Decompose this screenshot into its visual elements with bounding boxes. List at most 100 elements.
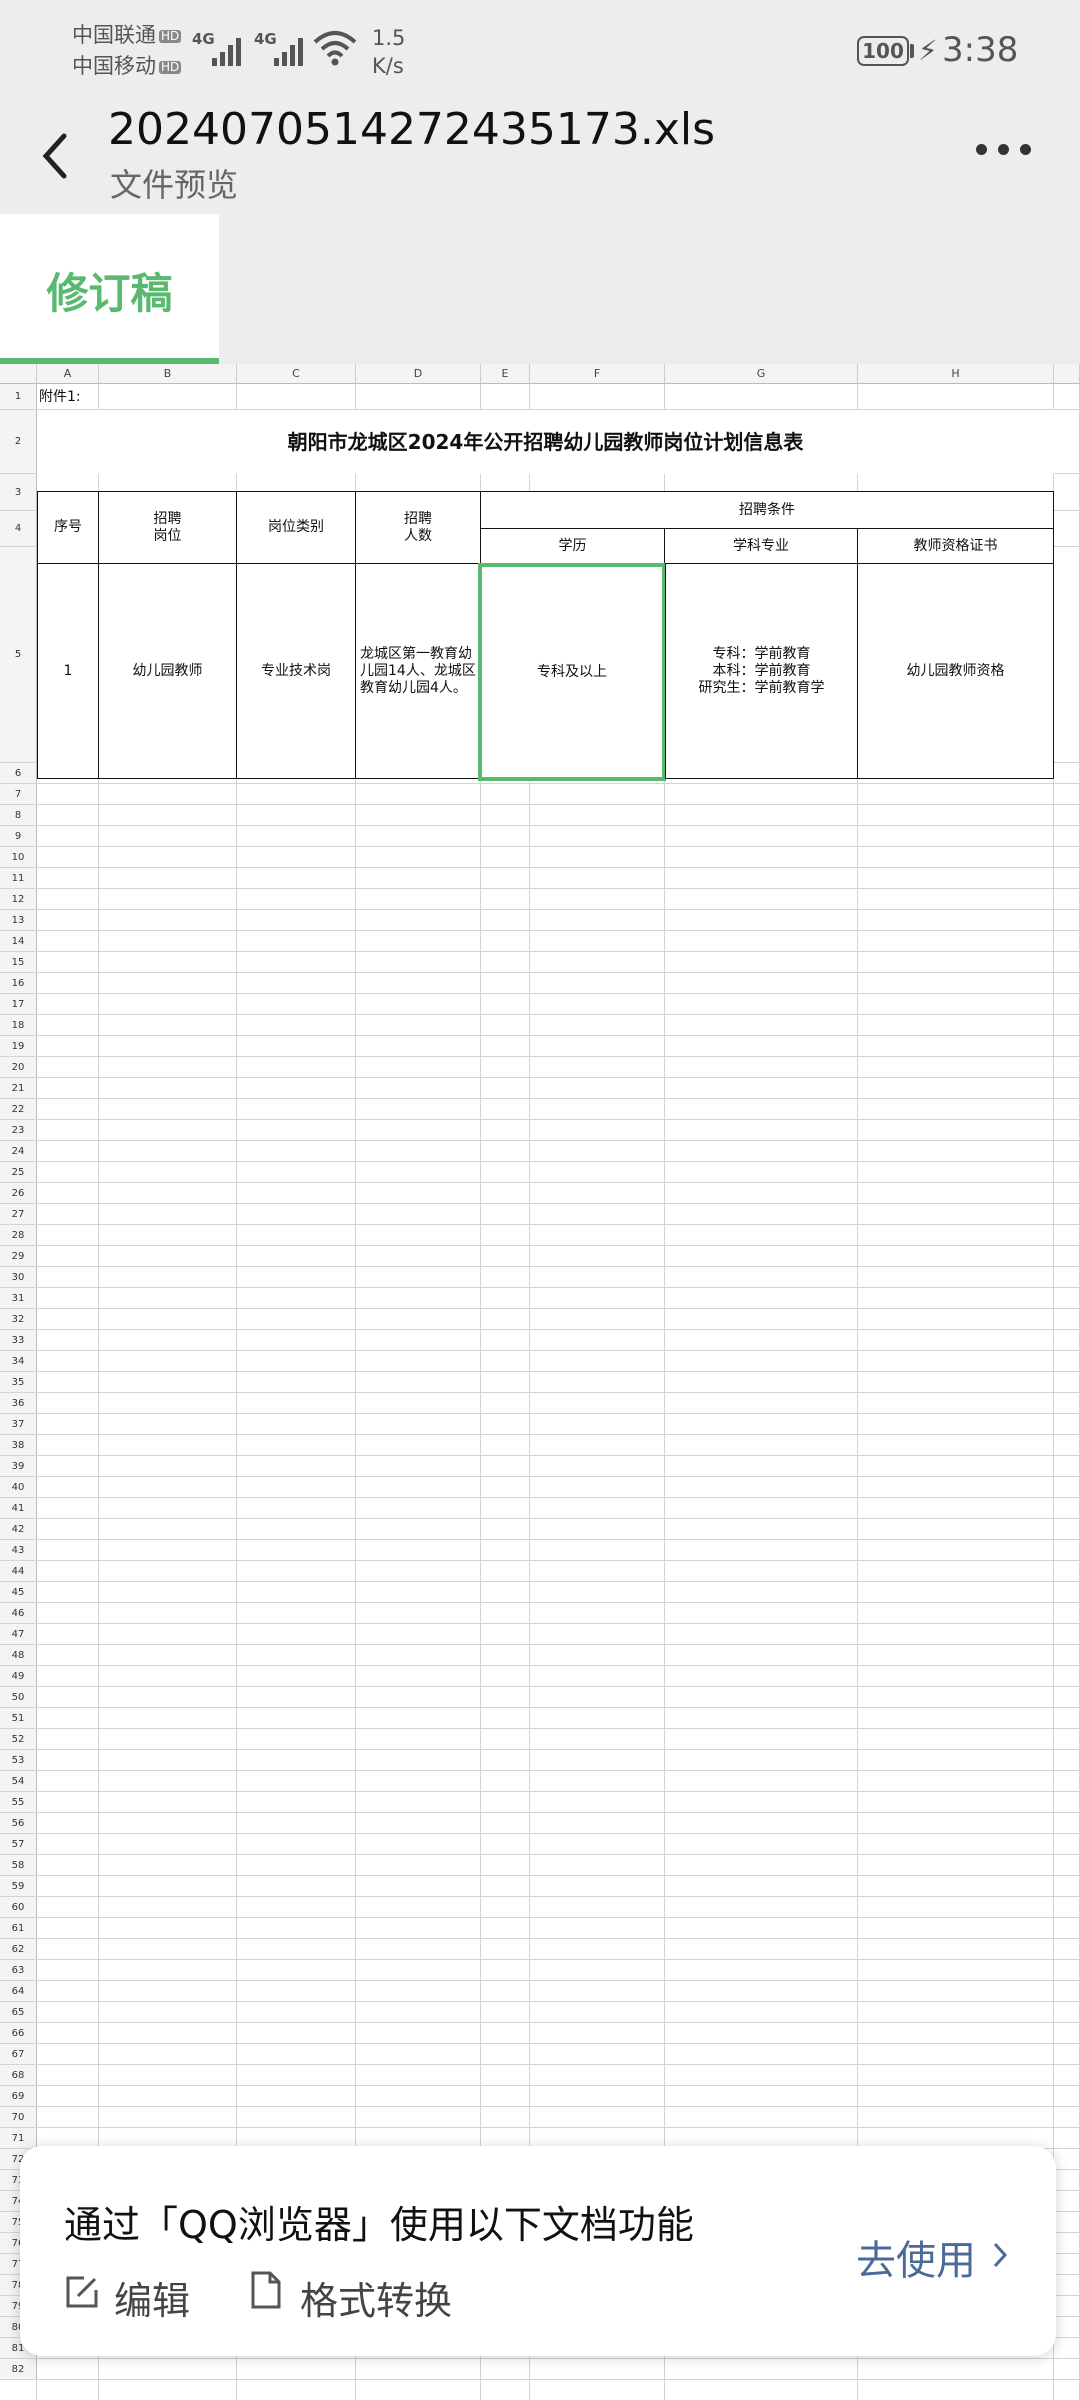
more-dots-icon[interactable] <box>976 144 1032 156</box>
row-number[interactable]: 49 <box>0 1666 37 1686</box>
row-number[interactable]: 29 <box>0 1246 37 1266</box>
row-number[interactable]: 19 <box>0 1036 37 1056</box>
table-row[interactable]: 39 <box>0 1456 1080 1477</box>
table-row[interactable]: 35 <box>0 1372 1080 1393</box>
row-number[interactable]: 30 <box>0 1267 37 1287</box>
format-convert-action[interactable]: 格式转换 <box>300 2270 452 2323</box>
row-number[interactable]: 27 <box>0 1204 37 1224</box>
document-icon[interactable] <box>250 2270 282 2310</box>
row-number[interactable]: 7 <box>0 784 37 804</box>
row-number[interactable]: 33 <box>0 1330 37 1350</box>
table-row[interactable]: 15 <box>0 952 1080 973</box>
table-row[interactable]: 27 <box>0 1204 1080 1225</box>
row-number[interactable]: 38 <box>0 1435 37 1455</box>
header-education[interactable]: 学历 <box>480 528 665 564</box>
row-number[interactable]: 50 <box>0 1687 37 1707</box>
table-row[interactable]: 7 <box>0 784 1080 805</box>
table-row[interactable]: 20 <box>0 1057 1080 1078</box>
row-number[interactable]: 63 <box>0 1960 37 1980</box>
table-row[interactable]: 19 <box>0 1036 1080 1057</box>
table-row[interactable]: 51 <box>0 1708 1080 1729</box>
table-row[interactable]: 32 <box>0 1309 1080 1330</box>
table-row[interactable]: 10 <box>0 847 1080 868</box>
table-row[interactable]: 59 <box>0 1876 1080 1897</box>
column-header[interactable]: A <box>37 364 99 384</box>
header-conditions[interactable]: 招聘条件 <box>480 491 1054 529</box>
table-row[interactable]: 24 <box>0 1141 1080 1162</box>
table-row[interactable]: 44 <box>0 1561 1080 1582</box>
column-header[interactable]: B <box>99 364 237 384</box>
row-number[interactable]: 70 <box>0 2107 37 2127</box>
table-row[interactable]: 47 <box>0 1624 1080 1645</box>
row-number[interactable]: 24 <box>0 1141 37 1161</box>
row-number[interactable]: 15 <box>0 952 37 972</box>
tab-revision[interactable]: 修订稿 <box>0 214 219 364</box>
row-number[interactable]: 65 <box>0 2002 37 2022</box>
table-row[interactable]: 63 <box>0 1960 1080 1981</box>
row-number[interactable]: 16 <box>0 973 37 993</box>
table-row[interactable]: 25 <box>0 1162 1080 1183</box>
table-row[interactable]: 28 <box>0 1225 1080 1246</box>
header-seq[interactable]: 序号 <box>37 491 99 564</box>
row-number[interactable]: 36 <box>0 1393 37 1413</box>
row-number[interactable]: 2 <box>0 410 37 473</box>
table-row[interactable]: 34 <box>0 1351 1080 1372</box>
column-header[interactable]: D <box>356 364 481 384</box>
row-number[interactable]: 54 <box>0 1771 37 1791</box>
row-number[interactable]: 20 <box>0 1057 37 1077</box>
column-header[interactable]: C <box>237 364 356 384</box>
row-number[interactable]: 55 <box>0 1792 37 1812</box>
row-number[interactable]: 52 <box>0 1729 37 1749</box>
cell-certificate[interactable]: 幼儿园教师资格 <box>857 563 1054 779</box>
table-row[interactable]: 42 <box>0 1519 1080 1540</box>
row-number[interactable]: 82 <box>0 2359 37 2379</box>
row-number[interactable]: 45 <box>0 1582 37 1602</box>
row-number[interactable]: 42 <box>0 1519 37 1539</box>
row-number[interactable]: 10 <box>0 847 37 867</box>
table-row[interactable]: 33 <box>0 1330 1080 1351</box>
table-row[interactable]: 46 <box>0 1603 1080 1624</box>
row-number[interactable]: 21 <box>0 1078 37 1098</box>
header-count[interactable]: 招聘 人数 <box>355 491 481 564</box>
row-number[interactable]: 69 <box>0 2086 37 2106</box>
table-row[interactable]: 50 <box>0 1687 1080 1708</box>
row-number[interactable]: 61 <box>0 1918 37 1938</box>
table-row[interactable]: 40 <box>0 1477 1080 1498</box>
row-number[interactable]: 26 <box>0 1183 37 1203</box>
cell-education-selected[interactable]: 专科及以上 <box>478 563 666 781</box>
table-row[interactable]: 41 <box>0 1498 1080 1519</box>
table-row[interactable]: 23 <box>0 1120 1080 1141</box>
table-row[interactable]: 43 <box>0 1540 1080 1561</box>
row-number[interactable]: 6 <box>0 763 37 783</box>
row-number[interactable]: 17 <box>0 994 37 1014</box>
table-row[interactable]: 55 <box>0 1792 1080 1813</box>
row-number[interactable]: 12 <box>0 889 37 909</box>
table-row[interactable]: 66 <box>0 2023 1080 2044</box>
table-row[interactable]: 53 <box>0 1750 1080 1771</box>
row-number[interactable]: 37 <box>0 1414 37 1434</box>
table-row[interactable]: 49 <box>0 1666 1080 1687</box>
row-number[interactable]: 23 <box>0 1120 37 1140</box>
table-row[interactable]: 60 <box>0 1897 1080 1918</box>
row-number[interactable]: 56 <box>0 1813 37 1833</box>
cell-category[interactable]: 专业技术岗 <box>236 563 356 779</box>
table-row[interactable]: 57 <box>0 1834 1080 1855</box>
table-row[interactable]: 62 <box>0 1939 1080 1960</box>
row-number[interactable]: 32 <box>0 1309 37 1329</box>
header-major[interactable]: 学科专业 <box>664 528 858 564</box>
row-number[interactable]: 68 <box>0 2065 37 2085</box>
row-number[interactable]: 31 <box>0 1288 37 1308</box>
table-row[interactable]: 16 <box>0 973 1080 994</box>
table-row[interactable]: 48 <box>0 1645 1080 1666</box>
row-number[interactable]: 60 <box>0 1897 37 1917</box>
row-number[interactable]: 4 <box>0 511 37 546</box>
row-number[interactable]: 1 <box>0 384 37 409</box>
go-use-button[interactable]: 去使用 <box>856 2228 976 2286</box>
row-number[interactable]: 53 <box>0 1750 37 1770</box>
row-number[interactable]: 35 <box>0 1372 37 1392</box>
column-header[interactable]: E <box>481 364 530 384</box>
table-row[interactable]: 61 <box>0 1918 1080 1939</box>
row-number[interactable]: 44 <box>0 1561 37 1581</box>
table-row[interactable]: 69 <box>0 2086 1080 2107</box>
table-row[interactable]: 64 <box>0 1981 1080 2002</box>
